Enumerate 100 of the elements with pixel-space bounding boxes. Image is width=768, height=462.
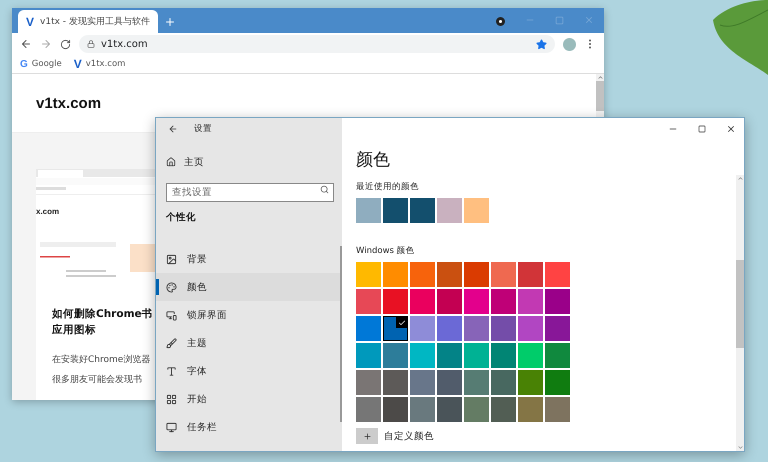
color-swatch[interactable] <box>518 262 543 287</box>
color-swatch[interactable] <box>383 262 408 287</box>
color-swatch[interactable] <box>491 262 516 287</box>
color-swatch[interactable] <box>545 262 570 287</box>
lock-icon <box>87 40 95 48</box>
avatar[interactable] <box>563 38 576 50</box>
nav-item[interactable]: 主题 <box>156 329 342 357</box>
color-swatch[interactable] <box>383 370 408 395</box>
nav-item[interactable]: 颜色 <box>156 273 342 301</box>
color-swatch[interactable] <box>437 370 462 395</box>
color-swatch[interactable] <box>356 198 381 223</box>
search-field[interactable]: 查找设置 <box>166 183 334 202</box>
color-swatch[interactable] <box>518 289 543 314</box>
nav-item[interactable]: 开始 <box>156 385 342 413</box>
color-swatch[interactable] <box>437 397 462 422</box>
color-swatch[interactable] <box>545 370 570 395</box>
windows-colors-label: Windows 颜色 <box>356 245 416 257</box>
scrollbar[interactable] <box>736 175 744 451</box>
custom-color-label: 自定义颜色 <box>384 430 434 442</box>
search-icon[interactable] <box>320 185 329 194</box>
color-swatch[interactable] <box>410 397 435 422</box>
color-swatch[interactable] <box>491 316 516 341</box>
color-swatch[interactable] <box>545 343 570 368</box>
bookmark[interactable]: V v1tx.com <box>74 57 126 71</box>
address-text: v1tx.com <box>101 38 149 50</box>
scrollbar[interactable] <box>596 74 604 118</box>
color-swatch[interactable] <box>518 316 543 341</box>
nav-item[interactable]: 背景 <box>156 245 342 273</box>
close-icon[interactable] <box>726 124 736 134</box>
color-swatch[interactable] <box>410 289 435 314</box>
color-swatch[interactable] <box>410 343 435 368</box>
thumbnail-caption: x.com <box>36 207 60 216</box>
color-swatch[interactable] <box>356 343 381 368</box>
color-swatch[interactable] <box>464 262 489 287</box>
color-swatch[interactable] <box>545 316 570 341</box>
new-tab-icon[interactable] <box>164 16 176 28</box>
color-swatch[interactable] <box>356 289 381 314</box>
color-swatch[interactable] <box>437 343 462 368</box>
browser-tab[interactable]: V v1tx - 发现实用工具与软件 <box>18 10 158 33</box>
color-swatch[interactable] <box>383 343 408 368</box>
scroll-up-icon[interactable] <box>596 74 604 81</box>
recent-colors-label: 最近使用的颜色 <box>356 181 420 193</box>
page-heading: 颜色 <box>356 149 391 172</box>
color-swatch[interactable] <box>491 343 516 368</box>
back-icon[interactable] <box>168 124 178 134</box>
scroll-down-icon[interactable] <box>736 444 744 451</box>
palette-icon <box>166 282 177 292</box>
bookmark[interactable]: G Google <box>20 58 62 70</box>
color-swatch[interactable] <box>518 343 543 368</box>
maximize-icon[interactable] <box>698 124 706 132</box>
back-icon[interactable] <box>20 38 32 50</box>
color-swatch[interactable] <box>356 397 381 422</box>
reload-icon[interactable] <box>60 38 71 50</box>
color-swatch[interactable] <box>383 289 408 314</box>
color-swatch[interactable] <box>437 289 462 314</box>
add-color-button[interactable] <box>356 428 378 444</box>
color-swatch[interactable] <box>464 198 489 223</box>
scroll-up-icon[interactable] <box>736 175 744 182</box>
color-swatch[interactable] <box>464 343 489 368</box>
color-swatch[interactable] <box>356 370 381 395</box>
address-bar[interactable]: v1tx.com <box>79 35 555 53</box>
section-title: 个性化 <box>166 211 197 225</box>
nav-item[interactable]: 字体 <box>156 357 342 385</box>
color-swatch[interactable] <box>491 370 516 395</box>
color-swatch[interactable] <box>464 397 489 422</box>
color-swatch[interactable] <box>464 289 489 314</box>
color-swatch[interactable] <box>491 397 516 422</box>
color-swatch[interactable] <box>383 397 408 422</box>
color-swatch[interactable] <box>518 370 543 395</box>
color-swatch[interactable] <box>410 198 435 223</box>
color-swatch[interactable] <box>356 316 381 341</box>
color-swatch[interactable] <box>437 262 462 287</box>
star-icon[interactable] <box>536 38 547 50</box>
color-swatch[interactable] <box>545 289 570 314</box>
brush-icon <box>166 338 177 348</box>
record-icon[interactable] <box>496 17 505 26</box>
forward-icon[interactable] <box>40 38 52 50</box>
article-title[interactable]: 如何删除Chrome书 应用图标 <box>52 306 153 338</box>
plus-icon <box>362 432 372 440</box>
color-swatch[interactable] <box>464 370 489 395</box>
color-swatch[interactable] <box>464 316 489 341</box>
home-link[interactable]: 主页 <box>166 152 342 172</box>
nav-item[interactable]: 锁屏界面 <box>156 301 342 329</box>
font-icon <box>166 366 177 376</box>
color-swatch[interactable] <box>437 198 462 223</box>
color-swatch[interactable] <box>437 316 462 341</box>
color-swatch[interactable] <box>410 262 435 287</box>
check-icon <box>398 318 406 326</box>
home-icon <box>166 157 176 167</box>
color-swatch[interactable] <box>410 370 435 395</box>
tab-title: v1tx - 发现实用工具与软件 <box>40 16 150 28</box>
color-swatch[interactable] <box>518 397 543 422</box>
color-swatch[interactable] <box>410 316 435 341</box>
color-swatch[interactable] <box>383 316 408 341</box>
color-swatch[interactable] <box>491 289 516 314</box>
color-swatch[interactable] <box>383 198 408 223</box>
color-swatch[interactable] <box>356 262 381 287</box>
nav-item[interactable]: 任务栏 <box>156 413 342 441</box>
color-swatch[interactable] <box>545 397 570 422</box>
grid-icon <box>166 394 177 404</box>
